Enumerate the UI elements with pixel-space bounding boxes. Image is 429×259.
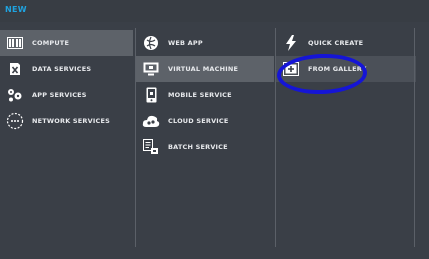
category-label: COMPUTE (32, 39, 70, 47)
quick-create-option[interactable]: QUICK CREATE (276, 30, 416, 56)
mobile-service-icon (142, 86, 160, 104)
network-services-icon (6, 112, 24, 130)
category-item-data-services[interactable]: DATA SERVICES (0, 56, 133, 82)
page-title: NEW (5, 5, 27, 14)
virtual-machine-icon (142, 60, 160, 78)
compute-option-label: VIRTUAL MACHINE (168, 65, 239, 73)
column-divider (414, 28, 415, 247)
category-label: DATA SERVICES (32, 65, 92, 73)
lightning-icon (282, 34, 300, 52)
compute-option-cloud-service[interactable]: CLOUD SERVICE (136, 108, 274, 134)
category-label: APP SERVICES (32, 91, 87, 99)
category-item-app-services[interactable]: APP SERVICES (0, 82, 133, 108)
compute-option-label: MOBILE SERVICE (168, 91, 232, 99)
compute-option-web-app[interactable]: WEB APP (136, 30, 274, 56)
compute-option-label: BATCH SERVICE (168, 143, 228, 151)
category-column: COMPUTE DATA SERVICES APP SERVICES NETWO… (0, 28, 133, 247)
category-label: NETWORK SERVICES (32, 117, 110, 125)
category-item-network-services[interactable]: NETWORK SERVICES (0, 108, 133, 134)
compute-option-label: CLOUD SERVICE (168, 117, 229, 125)
compute-options-column: WEB APP VIRTUAL MACHINE MOBILE SERVICE C… (135, 28, 274, 247)
cloud-service-icon (142, 112, 160, 130)
category-item-compute[interactable]: COMPUTE (0, 30, 133, 56)
compute-option-batch-service[interactable]: BATCH SERVICE (136, 134, 274, 160)
batch-service-icon (142, 138, 160, 156)
compute-option-label: WEB APP (168, 39, 203, 47)
compute-option-virtual-machine[interactable]: VIRTUAL MACHINE (136, 56, 274, 82)
web-app-icon (142, 34, 160, 52)
create-option-label: QUICK CREATE (308, 39, 364, 47)
compute-option-mobile-service[interactable]: MOBILE SERVICE (136, 82, 274, 108)
compute-icon (6, 34, 24, 52)
header-bar: NEW (0, 0, 429, 22)
app-services-icon (6, 86, 24, 104)
data-services-icon (6, 60, 24, 78)
